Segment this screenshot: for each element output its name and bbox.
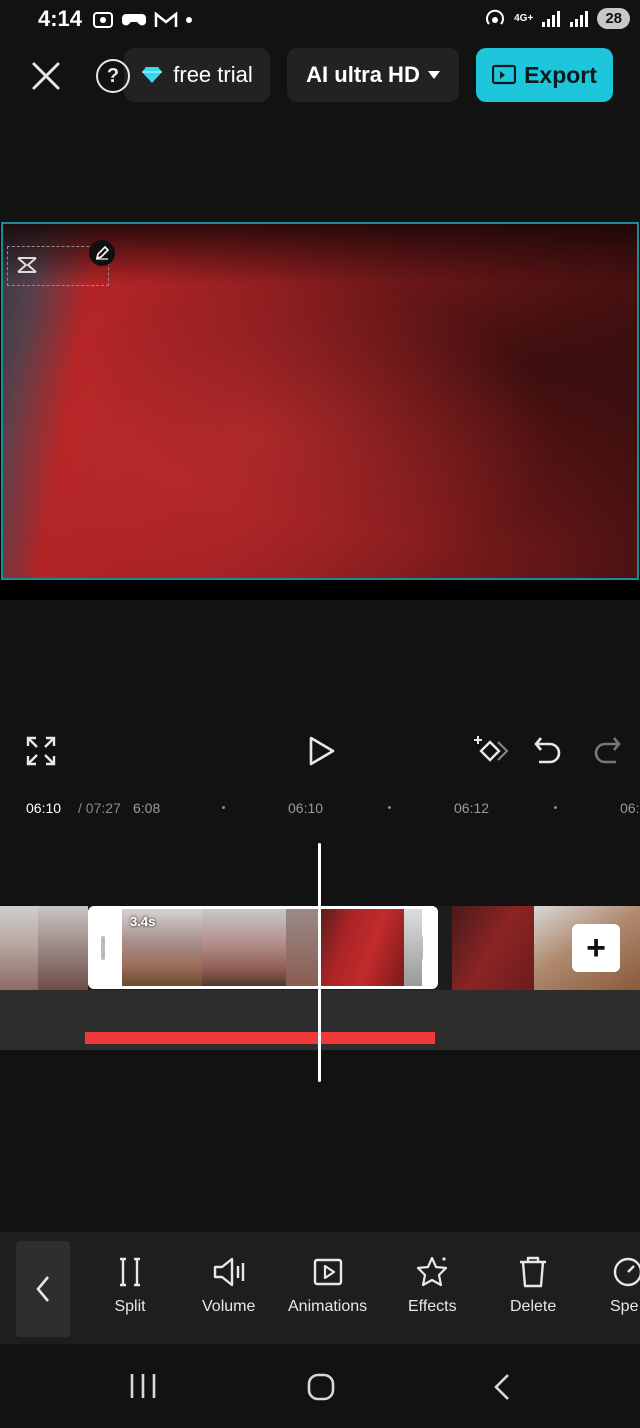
play-button[interactable] xyxy=(304,733,338,769)
redo-button[interactable] xyxy=(592,734,622,768)
dot-icon xyxy=(186,17,192,23)
ruler-tick-label: 06: xyxy=(620,800,640,816)
tool-volume[interactable]: Volume xyxy=(202,1254,255,1316)
tool-delete[interactable]: Delete xyxy=(510,1254,556,1316)
chevron-left-icon xyxy=(36,1276,49,1302)
tool-animations[interactable]: Animations xyxy=(288,1254,367,1316)
back-arrow-icon xyxy=(494,1374,509,1400)
free-trial-label: free trial xyxy=(173,62,253,87)
selected-clip-frames xyxy=(122,909,404,986)
export-label: Export xyxy=(524,61,597,88)
free-trial-button[interactable]: free trial xyxy=(124,48,270,102)
pencil-icon xyxy=(95,246,109,260)
battery-level: 28 xyxy=(597,8,630,29)
close-icon xyxy=(32,62,60,90)
status-time: 4:14 xyxy=(38,6,83,31)
signal-icon xyxy=(542,10,561,27)
fullscreen-icon xyxy=(26,736,56,766)
tool-label: Delete xyxy=(510,1298,557,1315)
tool-label: Volume xyxy=(202,1298,256,1315)
ruler-dot xyxy=(388,806,391,809)
tool-effects[interactable]: Effects xyxy=(408,1254,457,1316)
quality-dropdown[interactable]: AI ultra HD xyxy=(287,48,459,102)
split-icon xyxy=(120,1257,140,1287)
recents-button[interactable] xyxy=(128,1372,158,1405)
clip-duration: 3.4s xyxy=(130,914,156,929)
export-button[interactable]: Export xyxy=(476,48,613,102)
network-type: 4G+ xyxy=(514,13,534,24)
export-icon xyxy=(492,64,517,85)
undo-icon xyxy=(534,737,561,764)
tool-speed[interactable]: Spe xyxy=(610,1254,640,1316)
clip-thumbnail[interactable] xyxy=(38,906,88,990)
home-button[interactable] xyxy=(306,1372,336,1407)
delete-icon xyxy=(520,1256,547,1288)
edit-watermark-button[interactable] xyxy=(89,240,115,266)
current-time: 06:10 xyxy=(26,800,62,816)
hotspot-icon xyxy=(486,9,505,25)
audio-clip-bar[interactable] xyxy=(85,1032,435,1044)
help-button[interactable]: ? xyxy=(96,59,130,93)
ruler-tick-label: 06:10 xyxy=(288,800,324,816)
status-notification-icons xyxy=(92,10,192,30)
plus-icon: + xyxy=(586,929,606,967)
effects-icon xyxy=(417,1256,448,1287)
animations-icon xyxy=(313,1258,342,1286)
tool-split[interactable]: Split xyxy=(112,1254,148,1316)
gamepad-icon xyxy=(122,14,146,26)
ruler-tick-label: 06:12 xyxy=(454,800,490,816)
tool-label: Animations xyxy=(288,1298,368,1315)
screenshot-icon xyxy=(93,12,113,28)
gmail-icon xyxy=(154,11,178,27)
clip-frame xyxy=(320,909,404,986)
capcut-logo-icon xyxy=(14,252,40,278)
clip-left-handle[interactable] xyxy=(101,936,105,960)
quality-label: AI ultra HD xyxy=(306,62,420,87)
ruler-tick-label: 6:08 xyxy=(133,800,161,816)
diamond-icon xyxy=(142,67,163,83)
video-editor-screen: 4:14 4G+ 28 free trial ? AI ultra HD Exp… xyxy=(0,0,640,1428)
speed-icon xyxy=(613,1257,640,1287)
clip-thumbnail[interactable] xyxy=(0,906,38,990)
redo-icon xyxy=(594,737,621,764)
clip-frame xyxy=(202,909,286,986)
undo-button[interactable] xyxy=(533,734,563,768)
caret-down-icon xyxy=(427,71,440,79)
system-back-button[interactable] xyxy=(490,1372,514,1407)
clip-frame xyxy=(286,909,320,986)
total-time: / 07:27 xyxy=(78,800,121,816)
signal-icon-2 xyxy=(570,10,589,27)
clip-frame xyxy=(404,909,422,986)
tool-label: Spe xyxy=(610,1298,639,1315)
clip-thumbnail[interactable] xyxy=(452,906,534,990)
fullscreen-button[interactable] xyxy=(24,734,58,768)
question-icon: ? xyxy=(106,64,120,87)
status-system-icons: 4G+ 28 xyxy=(484,8,630,29)
play-icon xyxy=(309,736,335,766)
playhead[interactable] xyxy=(318,843,321,1082)
toolbar-back-button[interactable] xyxy=(16,1241,70,1337)
add-clip-button[interactable]: + xyxy=(572,924,620,972)
keyframe-icon xyxy=(474,736,509,762)
ruler-dot xyxy=(554,806,557,809)
recents-icon xyxy=(130,1374,156,1398)
ruler-dot xyxy=(222,806,225,809)
home-icon xyxy=(307,1373,335,1401)
keyframe-button[interactable] xyxy=(472,734,510,768)
tool-label: Effects xyxy=(408,1298,457,1315)
volume-icon xyxy=(213,1257,244,1287)
tool-label: Split xyxy=(114,1298,146,1315)
close-button[interactable] xyxy=(24,56,68,96)
